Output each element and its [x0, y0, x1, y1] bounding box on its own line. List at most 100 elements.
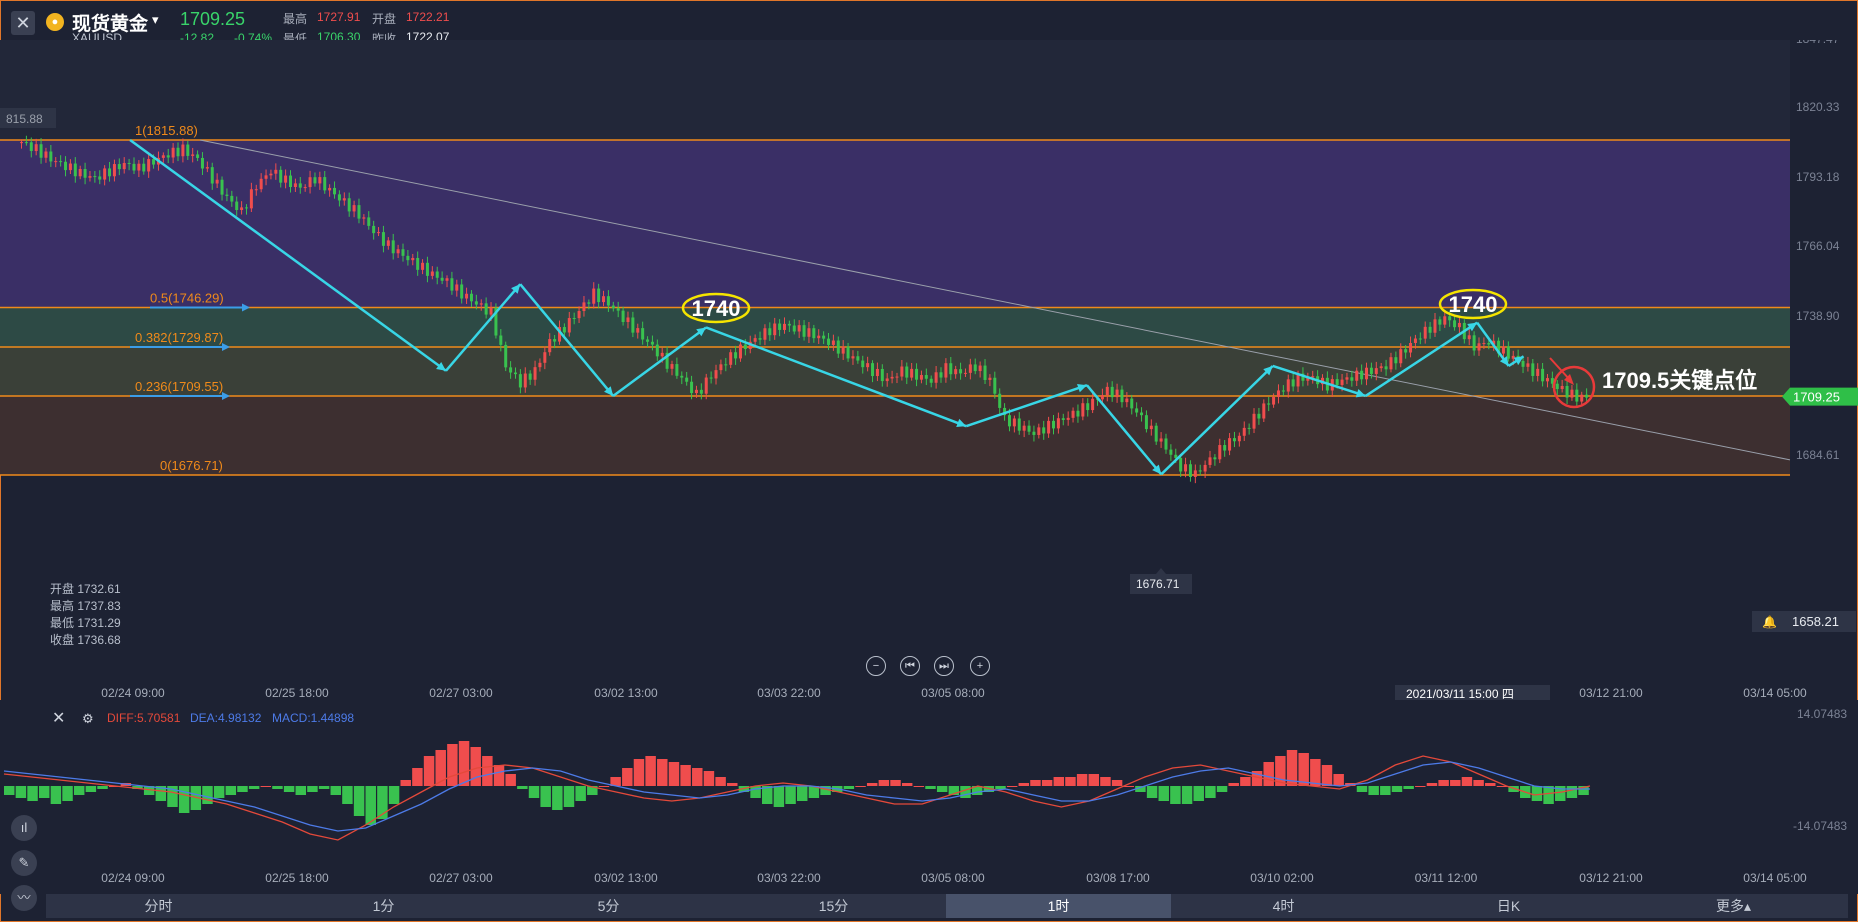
candle	[1409, 342, 1413, 353]
candle	[880, 368, 884, 382]
macd-chart[interactable]: ✕ ⚙ DIFF:5.70581 DEA:4.98132 MACD:1.44898 14.…	[0, 700, 1858, 894]
candle	[362, 217, 366, 219]
candle	[1438, 319, 1442, 325]
candle	[1115, 389, 1119, 398]
macd-bar	[633, 759, 645, 786]
candle	[714, 370, 718, 379]
macd-bar	[540, 786, 551, 807]
macd-bar	[213, 786, 225, 798]
candle	[460, 284, 464, 299]
candle	[83, 169, 87, 178]
macd-bar	[1041, 780, 1053, 786]
macd-bar	[901, 783, 913, 786]
candle	[166, 155, 170, 158]
candle	[1237, 435, 1241, 442]
candle	[831, 340, 835, 345]
macd-y-tick: -14.07483	[1793, 819, 1847, 833]
candle	[1007, 415, 1011, 427]
candle	[1345, 377, 1349, 380]
macd-bar	[960, 786, 971, 798]
macd-bar	[727, 783, 738, 786]
tab-1min[interactable]: 1分	[271, 894, 496, 918]
candle	[1580, 394, 1584, 402]
macd-bar	[295, 786, 307, 795]
candle	[856, 356, 860, 361]
candle	[1208, 457, 1212, 465]
candle	[968, 364, 972, 373]
macd-bar	[482, 756, 493, 786]
candle	[1350, 377, 1354, 381]
chevron-down-icon[interactable]: ▾	[152, 12, 159, 28]
candle	[1272, 397, 1276, 405]
skip-end-button[interactable]: ⏭	[934, 656, 954, 676]
macd-bar	[272, 786, 283, 789]
candle	[915, 368, 919, 380]
macd-bar	[773, 786, 785, 807]
tab-4hour[interactable]: 4时	[1171, 894, 1396, 918]
x-tick-label: 03/05 08:00	[921, 686, 985, 700]
macd-bar	[1111, 780, 1123, 786]
candle	[298, 183, 302, 188]
candle	[1081, 403, 1085, 417]
open-value: 1722.21	[406, 10, 450, 24]
candle	[171, 147, 175, 158]
period-tab-bar: 分时 1分 5分 15分 1时 4时 日K 更多▴	[46, 894, 1848, 918]
candle	[49, 151, 53, 162]
macd-bar	[1216, 786, 1228, 792]
zoom-out-button[interactable]: −	[866, 656, 886, 676]
tab-more[interactable]: 更多▴	[1621, 894, 1846, 918]
candle	[959, 369, 963, 374]
macd-bar	[1170, 786, 1181, 804]
x-tick-label: 03/14 05:00	[1743, 686, 1807, 700]
left-price-label: 815.88	[6, 112, 43, 126]
tab-daily[interactable]: 日K	[1396, 894, 1621, 918]
tab-1hour[interactable]: 1时	[946, 894, 1171, 918]
macd-bar	[4, 786, 15, 795]
tab-15min[interactable]: 15分	[721, 894, 946, 918]
macd-bar	[657, 759, 668, 786]
macd-settings-icon: ⚙	[82, 711, 94, 726]
candle	[1262, 403, 1266, 419]
candle	[934, 372, 938, 383]
candle	[1120, 389, 1124, 403]
macd-bar	[283, 786, 295, 792]
candle	[474, 301, 478, 305]
candle	[1198, 470, 1202, 472]
macd-bar	[1310, 759, 1321, 786]
close-icon[interactable]: ✕	[11, 11, 35, 35]
candle	[680, 375, 684, 378]
candle	[479, 303, 483, 305]
line-chart-icon[interactable]: 〰	[11, 885, 37, 911]
candle	[98, 176, 102, 180]
tab-5min[interactable]: 5分	[496, 894, 721, 918]
tab-timeshare[interactable]: 分时	[46, 894, 271, 918]
candle	[112, 164, 116, 177]
candle	[724, 364, 728, 366]
indicator-icon[interactable]: ıl	[11, 815, 37, 841]
skip-start-button[interactable]: ⏮	[900, 656, 920, 676]
macd-bg	[0, 700, 1858, 894]
zoom-in-button[interactable]: +	[970, 656, 990, 676]
candle	[401, 249, 405, 256]
candle	[186, 144, 190, 156]
fib-band-0.5-0.382	[0, 307, 1790, 348]
candle	[34, 144, 38, 152]
candle	[372, 225, 376, 234]
candle	[1022, 425, 1026, 431]
candle	[181, 144, 185, 157]
candle	[621, 310, 625, 323]
candle	[54, 161, 58, 163]
x-tick-label: 03/03 22:00	[757, 686, 821, 700]
price-chart[interactable]: 1(1815.88) 0.5(1746.29) 0.382(1729.87) 0.23…	[0, 40, 1858, 700]
macd-bar	[528, 786, 540, 798]
macd-bar	[797, 786, 808, 801]
candle	[836, 340, 840, 354]
candle	[210, 167, 214, 184]
bell-icon: 🔔	[1762, 615, 1777, 629]
candle	[978, 365, 982, 372]
pencil-icon[interactable]: ✎	[11, 850, 37, 876]
candle	[323, 177, 327, 191]
macd-bar	[330, 786, 341, 795]
candle	[328, 187, 332, 191]
macd-bar	[1356, 786, 1368, 792]
